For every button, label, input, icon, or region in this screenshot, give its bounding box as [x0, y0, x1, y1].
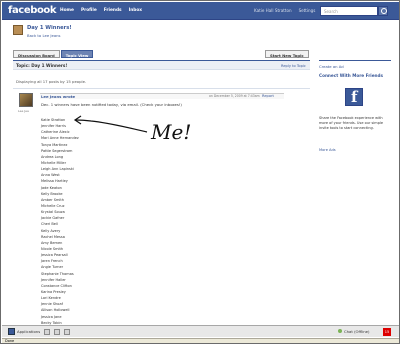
browser-status-bar: Done [2, 338, 399, 343]
chat-button[interactable]: Chat (Offline) [344, 329, 370, 334]
annotation-arrow [73, 115, 148, 133]
notifications-badge[interactable]: 15 [383, 328, 391, 336]
applications-menu[interactable]: Applications [8, 328, 71, 335]
annotation-label: Me! [151, 120, 192, 144]
applications-icon [8, 328, 15, 335]
app-shortcut-icon[interactable] [54, 328, 61, 335]
chat-bar: Applications Chat (Offline) 15 [2, 325, 399, 337]
browser-page: facebook Home Profile Friends Inbox Kati… [0, 0, 400, 344]
app-shortcut-icon[interactable] [44, 328, 51, 335]
app-shortcut-icon[interactable] [64, 328, 71, 335]
applications-label: Applications [17, 329, 41, 334]
chat-status-icon [338, 329, 342, 333]
